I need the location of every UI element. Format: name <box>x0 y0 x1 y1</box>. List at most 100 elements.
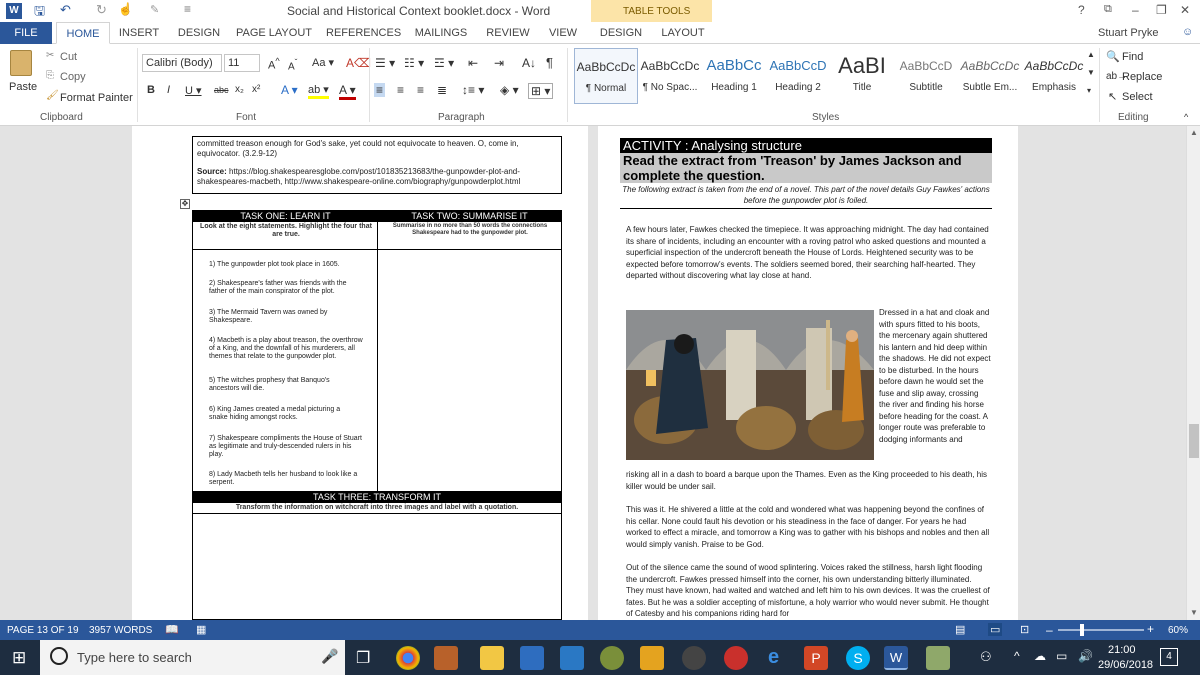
tab-table-layout[interactable]: LAYOUT <box>656 22 710 44</box>
power-app-icon[interactable] <box>724 646 748 670</box>
extract-paragraph-3[interactable]: This was it. He shivered a little at the… <box>626 504 990 550</box>
sort-icon[interactable]: A↓ <box>522 56 536 70</box>
scroll-thumb[interactable] <box>1189 424 1199 458</box>
cut-icon[interactable]: ✂ <box>46 50 54 61</box>
styles-scroll-down-icon[interactable]: ▼ <box>1087 68 1095 77</box>
clear-formatting-icon[interactable]: A⌫ <box>346 56 371 70</box>
tab-table-design[interactable]: DESIGN <box>595 22 647 44</box>
new-doc-icon[interactable]: ✎ <box>150 3 159 16</box>
user-name[interactable]: Stuart Pryke <box>1098 27 1159 39</box>
save-icon[interactable]: 🖫 <box>34 2 45 24</box>
powerpoint-icon[interactable]: P <box>804 646 828 670</box>
document-area[interactable]: committed treason enough for God's sake,… <box>0 126 1186 620</box>
copy-icon[interactable]: ⎘ <box>46 70 54 81</box>
statement-3[interactable]: 3) The Mermaid Tavern was owned by Shake… <box>209 309 359 325</box>
style-subtitle[interactable]: AaBbCcD Subtitle <box>894 48 958 104</box>
touch-mode-icon[interactable]: ☝ <box>118 2 133 16</box>
tab-mailings[interactable]: MAILINGS <box>410 22 472 44</box>
style-subtle-emphasis[interactable]: AaBbCcDc Subtle Em... <box>958 48 1022 104</box>
source-links[interactable]: https://blog.shakespearesglobe.com/post/… <box>197 167 520 186</box>
chrome-icon[interactable] <box>396 646 420 670</box>
help-button[interactable]: ? <box>1078 3 1085 17</box>
microphone-icon[interactable]: 🎤 <box>321 648 338 665</box>
battery-icon[interactable]: ▭ <box>1056 649 1067 663</box>
style-heading-2[interactable]: AaBbCcD Heading 2 <box>766 48 830 104</box>
word-app-icon[interactable]: W <box>6 3 22 19</box>
edge-icon[interactable]: e <box>768 646 779 669</box>
zoom-out-icon[interactable]: – <box>1046 623 1053 637</box>
show-formatting-icon[interactable]: ¶ <box>546 55 553 70</box>
style-heading-1[interactable]: AaBbCc Heading 1 <box>702 48 766 104</box>
task3-answer-cell[interactable] <box>193 514 561 620</box>
style-emphasis[interactable]: AaBbCcDc Emphasis <box>1022 48 1086 104</box>
extract-paragraph-2-rest[interactable]: risking all in a dash to board a barque … <box>626 469 990 492</box>
text-effects-icon[interactable]: A ▾ <box>281 83 298 97</box>
format-painter-button[interactable]: Format Painter <box>60 92 133 104</box>
share-icon[interactable]: ☺ <box>1182 26 1193 38</box>
subscript-icon[interactable]: x₂ <box>235 84 244 95</box>
close-button[interactable]: ✕ <box>1180 3 1190 17</box>
extract-paragraph-1[interactable]: A few hours later, Fawkes checked the ti… <box>626 224 990 282</box>
file-explorer-icon[interactable] <box>480 646 504 670</box>
macro-icon[interactable]: ▦ <box>196 623 206 636</box>
decrease-indent-icon[interactable]: ⇤ <box>468 56 478 70</box>
read-mode-icon[interactable]: ▤ <box>955 623 965 636</box>
tab-insert[interactable]: INSERT <box>112 22 166 44</box>
shrink-font-icon[interactable]: Aˇ <box>288 57 297 72</box>
style-title[interactable]: AaBI Title <box>830 48 894 104</box>
collapse-ribbon-icon[interactable]: ^ <box>1184 112 1188 122</box>
bold-icon[interactable]: B <box>147 84 155 96</box>
scroll-down-icon[interactable]: ▼ <box>1190 608 1198 617</box>
undo-icon[interactable]: ↶ <box>60 2 71 18</box>
strikethrough-icon[interactable]: abc <box>214 85 229 95</box>
tab-references[interactable]: REFERENCES <box>326 22 401 44</box>
windows-start-icon[interactable]: ⊞ <box>12 648 26 668</box>
align-center-icon[interactable]: ≡ <box>397 83 404 97</box>
print-layout-icon[interactable]: ▭ <box>988 623 1003 636</box>
highlight-icon[interactable]: ab ▾ <box>308 83 329 99</box>
extract-paragraph-2-side[interactable]: Dressed in a hat and cloak and with spur… <box>879 307 991 445</box>
zoom-in-icon[interactable]: + <box>1147 622 1154 636</box>
vertical-scrollbar[interactable]: ▲ ▼ <box>1186 126 1200 620</box>
find-icon[interactable]: 🔍 <box>1106 50 1120 63</box>
increase-indent-icon[interactable]: ⇥ <box>494 56 504 70</box>
tab-review[interactable]: REVIEW <box>481 22 535 44</box>
task-view-icon[interactable]: ❐ <box>356 648 370 668</box>
numbering-icon[interactable]: ☷ ▾ <box>404 56 424 70</box>
redo-icon[interactable]: ↻ <box>96 2 107 18</box>
web-layout-icon[interactable]: ⊡ <box>1020 623 1029 636</box>
pinned-app-3-icon[interactable] <box>640 646 664 670</box>
font-size-select[interactable]: 11 <box>224 54 260 72</box>
task2-answer-cell[interactable] <box>379 251 559 489</box>
change-case-icon[interactable]: Aa ▾ <box>312 56 334 69</box>
find-button[interactable]: Find <box>1122 51 1143 63</box>
statement-5[interactable]: 5) The witches prophesy that Banquo's an… <box>209 377 359 393</box>
ribbon-display-options-icon[interactable]: ⧉ <box>1104 3 1112 16</box>
skype-icon[interactable]: S <box>846 646 870 670</box>
notification-center-icon[interactable]: 4 <box>1160 648 1178 666</box>
tab-file[interactable]: FILE <box>0 22 52 44</box>
styles-scroll-up-icon[interactable]: ▲ <box>1087 50 1095 59</box>
grow-font-icon[interactable]: A^ <box>268 56 280 72</box>
table-move-handle-icon[interactable]: ✥ <box>180 199 190 209</box>
statement-4[interactable]: 4) Macbeth is a play about treason, the … <box>209 337 367 361</box>
justify-icon[interactable]: ≣ <box>437 83 447 97</box>
media-player-icon[interactable] <box>682 646 706 670</box>
style-no-spacing[interactable]: AaBbCcDc ¶ No Spac... <box>638 48 702 104</box>
multilevel-list-icon[interactable]: ☲ ▾ <box>434 56 454 70</box>
extract-paragraph-4[interactable]: Out of the silence came the sound of woo… <box>626 562 990 620</box>
page-count[interactable]: PAGE 13 OF 19 <box>7 625 79 636</box>
align-right-icon[interactable]: ≡ <box>417 83 424 97</box>
word-count[interactable]: 3957 WORDS <box>89 625 152 636</box>
select-icon[interactable]: ↖ <box>1108 90 1117 103</box>
store-icon[interactable] <box>520 646 544 670</box>
taskbar-search-box[interactable]: Type here to search 🎤 <box>40 640 345 675</box>
photos-icon[interactable] <box>560 646 584 670</box>
align-left-icon[interactable]: ≡ <box>374 83 386 97</box>
select-button[interactable]: Select <box>1122 91 1153 103</box>
statement-1[interactable]: 1) The gunpowder plot took place in 1605… <box>209 261 359 269</box>
maximize-button[interactable]: ❐ <box>1156 3 1167 17</box>
superscript-icon[interactable]: x² <box>252 84 260 95</box>
volume-icon[interactable]: 🔊 <box>1078 649 1093 663</box>
paste-icon[interactable] <box>10 50 32 76</box>
